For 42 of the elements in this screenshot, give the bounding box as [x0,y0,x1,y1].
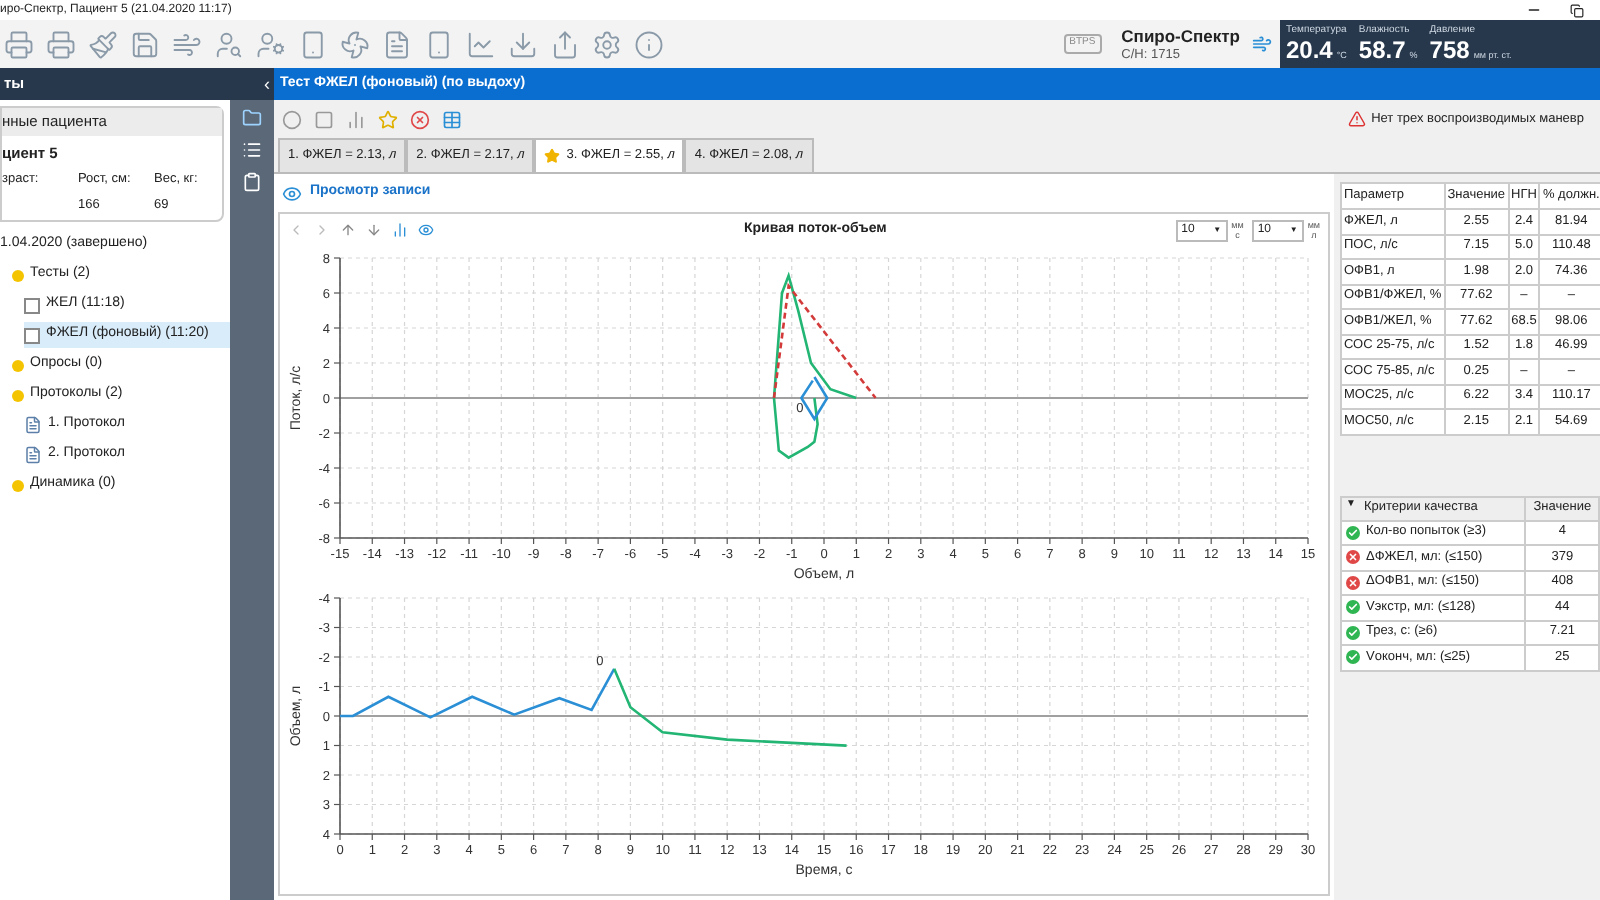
clipboard-icon[interactable] [242,172,262,192]
view-icon [282,183,302,203]
brush-icon[interactable] [88,29,118,59]
restore-icon[interactable] [1570,3,1584,17]
record-icon[interactable] [282,109,302,129]
share-icon[interactable] [550,29,580,59]
device-icon[interactable] [298,29,328,59]
list-icon[interactable] [242,140,262,160]
stop-icon[interactable] [314,109,334,129]
warning-icon [1347,110,1366,128]
device-name: Спиро-Спектр [1121,25,1240,45]
save-icon[interactable] [130,29,160,59]
fan-icon[interactable] [340,29,370,59]
connection-icon [1252,34,1272,54]
user-search-icon[interactable] [214,29,244,59]
star-icon[interactable] [378,109,398,129]
chart-icon[interactable] [346,109,366,129]
folder-icon[interactable] [242,108,262,128]
document-icon [24,416,42,434]
arrow-up-icon[interactable] [340,222,356,238]
document-icon [24,446,42,464]
cancel-icon[interactable] [410,109,430,129]
table-icon[interactable] [442,109,462,129]
settings-icon[interactable] [592,29,622,59]
printer-icon[interactable] [4,29,34,59]
user-settings-icon[interactable] [256,29,286,59]
download-icon[interactable] [508,29,538,59]
chart-icon[interactable] [466,29,496,59]
phone-icon[interactable] [424,29,454,59]
sensor-value: 20.4 [1286,36,1333,64]
view-icon[interactable] [418,222,434,238]
sensor-value: 58.7 [1358,36,1406,64]
previous-icon[interactable] [288,222,304,238]
sensor-value: 758 [1429,36,1470,64]
next-icon[interactable] [314,222,330,238]
star-icon [544,148,561,164]
collapse-button[interactable]: ‹ [264,75,270,93]
info-icon[interactable] [634,29,664,59]
wind-icon[interactable] [172,29,202,59]
document-icon[interactable] [382,29,412,59]
arrow-down-icon[interactable] [366,222,382,238]
printer-icon[interactable] [46,29,76,59]
